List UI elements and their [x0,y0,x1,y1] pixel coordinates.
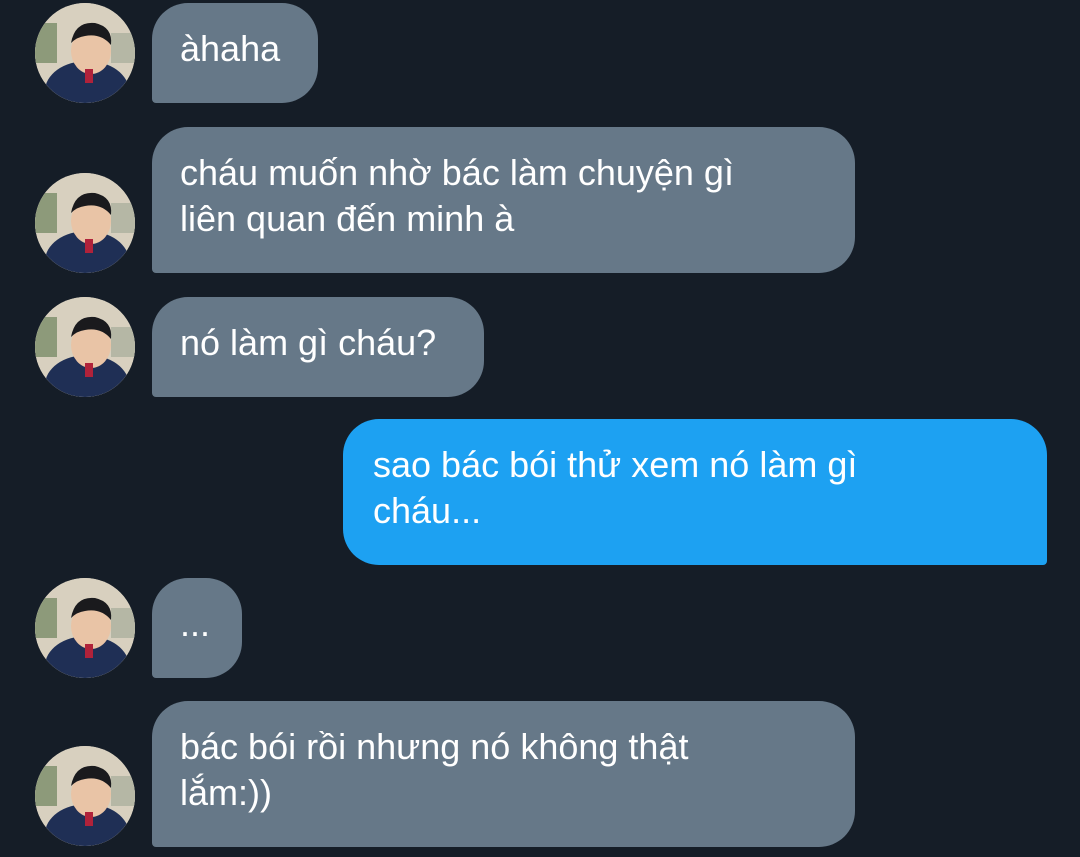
message-bubble[interactable]: ... [152,578,242,678]
profile-photo-icon [35,173,135,273]
message-bubble[interactable]: àhaha [152,3,318,103]
chat-thread: àhaha cháu muốn nhờ bác làm chuyện gì li… [0,0,1080,857]
profile-photo-icon [35,297,135,397]
contact-avatar[interactable] [35,3,135,103]
contact-avatar[interactable] [35,746,135,846]
message-bubble[interactable]: nó làm gì cháu? [152,297,484,397]
profile-photo-icon [35,3,135,103]
message-bubble-outgoing[interactable]: sao bác bói thử xem nó làm gì cháu... [343,419,1047,565]
profile-photo-icon [35,746,135,846]
contact-avatar[interactable] [35,578,135,678]
profile-photo-icon [35,578,135,678]
message-bubble[interactable]: cháu muốn nhờ bác làm chuyện gì liên qua… [152,127,855,273]
contact-avatar[interactable] [35,173,135,273]
contact-avatar[interactable] [35,297,135,397]
message-bubble[interactable]: bác bói rồi nhưng nó không thật lắm:)) [152,701,855,847]
